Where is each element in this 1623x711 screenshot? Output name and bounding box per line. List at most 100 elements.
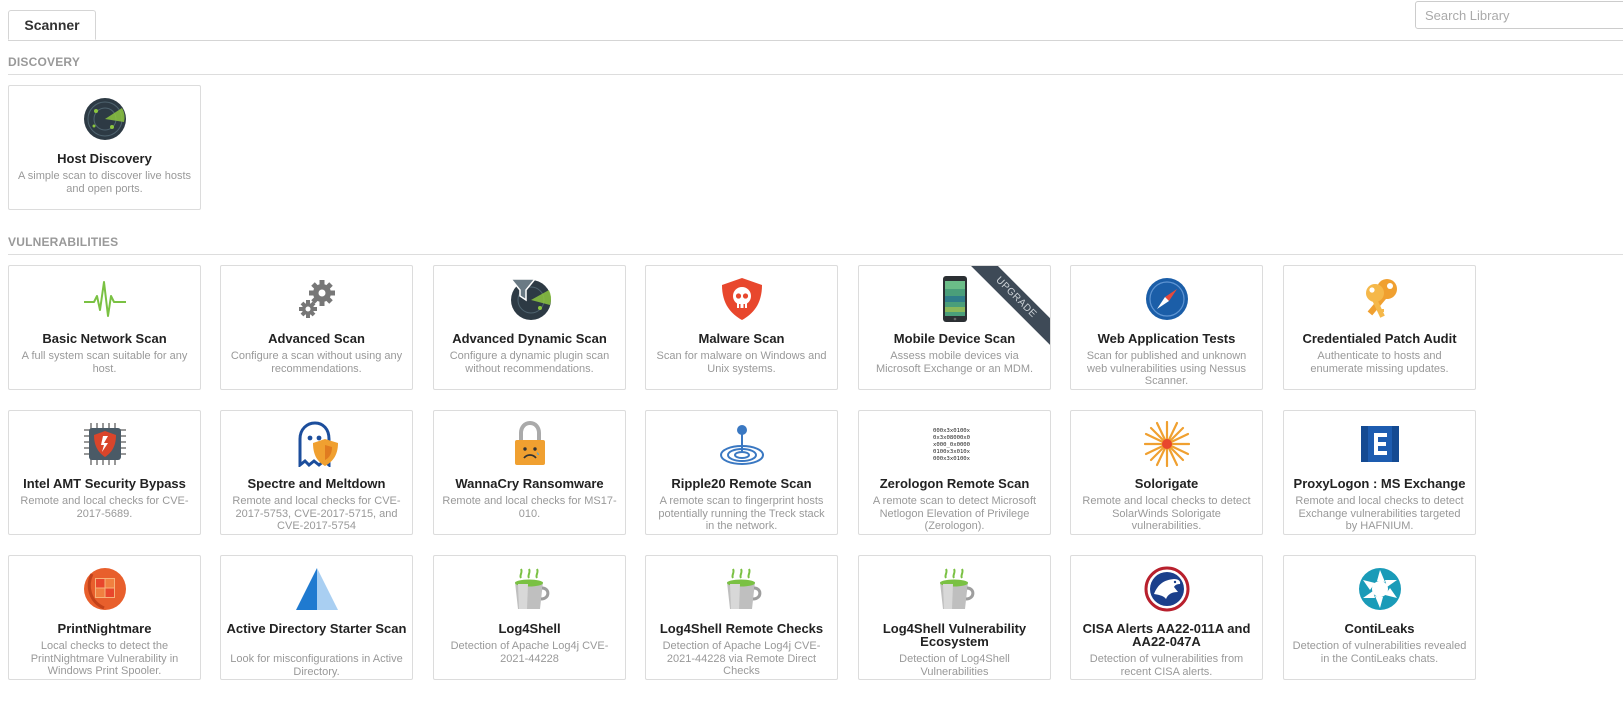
scan-card-web-application-tests[interactable]: Web Application Tests Scan for published … [1070,265,1263,390]
scan-card-description: Remote and local checks for CVE-2017-575… [232,495,401,532]
section-title-vulnerabilities: VULNERABILITIES [8,235,119,249]
scan-card-title: Log4Shell [498,621,561,636]
scan-card-title: Zerologon Remote Scan [879,476,1030,491]
scan-card-description: Scan for published and unknown web vulne… [1086,350,1247,387]
scan-card-printnightmare[interactable]: PrintNightmare Local checks to detect the… [8,555,201,680]
eagle-seal-icon [1144,566,1190,612]
scan-card-zerologon-remote-scan[interactable]: 000x3x0100x 0x3x08000x0 x000_0x0000 0100x3x… [858,410,1051,535]
scan-card-title: Ripple20 Remote Scan [671,476,812,491]
coffee-cup-icon [507,566,553,612]
svg-text:0100x3x010x: 0100x3x010x [933,449,971,455]
scan-card-title: WannaCry Ransomware [455,476,604,491]
scan-card-title: Log4Shell Vulnerability Ecosystem [882,621,1027,649]
scan-card-title: ProxyLogon : MS Exchange [1293,476,1466,491]
scan-card-log4shell-vulnerability-ecosystem[interactable]: Log4Shell Vulnerability Ecosystem Detecti… [858,555,1051,680]
scan-card-wannacry-ransomware[interactable]: WannaCry Ransomware Remote and local chec… [433,410,626,535]
scan-card-title: ContiLeaks [1344,621,1415,636]
search-library-input[interactable] [1415,1,1623,29]
scan-card-description: Detection of Apache Log4j CVE-2021-44228 [450,640,609,665]
chip-shield-icon [82,421,128,467]
scan-card-title: Mobile Device Scan [893,331,1016,346]
scan-card-title: Active Directory Starter Scan [226,621,407,636]
section-divider [8,254,1623,255]
scan-card-title: PrintNightmare [57,621,152,636]
mobile-phone-icon [932,276,978,322]
svg-text:x000_0x0000: x000_0x0000 [933,442,970,448]
scan-card-title: Advanced Scan [268,331,365,346]
scan-card-title: Log4Shell Remote Checks [659,621,824,636]
scan-card-log4shell[interactable]: Log4Shell Detection of Apache Log4j CVE-2… [433,555,626,680]
scan-card-host-discovery[interactable]: Host Discovery A simple scan to discover … [8,85,201,210]
section-divider [8,74,1623,75]
scan-card-cisa-alerts-aa22-011a-and-aa22-047a[interactable]: CISA Alerts AA22-011A and AA22-047A Detec… [1070,555,1263,680]
scan-card-title: CISA Alerts AA22-011A and AA22-047A [1082,621,1251,649]
scan-card-ripple20-remote-scan[interactable]: Ripple20 Remote Scan A remote scan to fin… [645,410,838,535]
coffee-cup-icon [719,566,765,612]
top-bar: Scanner [0,0,1623,42]
scan-card-malware-scan[interactable]: Malware Scan Scan for malware on Windows … [645,265,838,390]
scan-card-title: Basic Network Scan [42,331,167,346]
padlock-icon [507,421,553,467]
scan-card-title: Credentialed Patch Audit [1302,331,1457,346]
ripple-icon [719,421,765,467]
scan-card-basic-network-scan[interactable]: Basic Network Scan A full system scan sui… [8,265,201,390]
scan-card-description: Remote and local checks to detect SolarW… [1082,495,1251,532]
scan-card-title: Host Discovery [57,151,152,166]
scan-card-description: Remote and local checks to detect Exchan… [1295,495,1464,532]
scan-card-description: A full system scan suitable for any host… [21,350,188,375]
scan-card-description: Remote and local checks for CVE-2017-568… [20,495,189,520]
printnightmare-icon [82,566,128,612]
scan-card-description: A remote scan to fingerprint hosts poten… [658,495,825,532]
sunburst-icon [1143,421,1190,467]
scan-card-advanced-dynamic-scan[interactable]: Advanced Dynamic Scan Configure a dynamic… [433,265,626,390]
svg-text:000x3x0100x: 000x3x0100x [933,428,971,434]
scan-card-description: Look for misconfigurations in Active Dir… [230,653,403,678]
tab-scanner[interactable]: Scanner [8,10,96,40]
svg-text:0x3x08000x0: 0x3x08000x0 [933,435,970,441]
scan-card-credentialed-patch-audit[interactable]: Credentialed Patch Audit Authenticate to … [1283,265,1476,390]
coffee-cup-icon [932,566,978,612]
svg-text:000x3x0100x: 000x3x0100x [933,456,971,462]
binary-text-icon: 000x3x0100x 0x3x08000x0 x000_0x0000 0100x3x… [932,421,978,467]
skull-shield-icon [719,276,765,322]
keys-icon [1357,276,1403,322]
scan-card-description: Detection of Apache Log4j CVE-2021-44228… [662,640,821,677]
section-title-discovery: DISCOVERY [8,55,81,69]
scan-card-solorigate[interactable]: Solorigate Remote and local checks to det… [1070,410,1263,535]
scan-card-description: Remote and local checks for MS17-010. [442,495,617,520]
scan-card-description: Configure a scan without using any recom… [230,350,403,375]
scan-card-description: A remote scan to detect Microsoft Netlog… [872,495,1037,532]
radar-icon [82,96,128,142]
scan-card-title: Solorigate [1134,476,1199,491]
compass-icon [1144,276,1190,322]
scan-card-title: Advanced Dynamic Scan [452,331,607,346]
scan-card-description: Detection of vulnerabilities from recent… [1089,653,1244,678]
scan-card-spectre-and-meltdown[interactable]: Spectre and Meltdown Remote and local che… [220,410,413,535]
radar-filter-icon [507,276,553,322]
exchange-icon [1357,421,1403,467]
ghost-shield-icon [294,421,340,467]
tab-divider [8,40,1623,41]
scan-card-title: Spectre and Meltdown [247,476,386,491]
scan-card-contileaks[interactable]: ContiLeaks Detection of vulnerabilities r… [1283,555,1476,680]
gears-icon [294,276,340,322]
scan-card-title: Web Application Tests [1097,331,1236,346]
scan-card-mobile-device-scan[interactable]: Mobile Device Scan Assess mobile devices … [858,265,1051,390]
scan-card-description: Authenticate to hosts and enumerate miss… [1310,350,1449,375]
aperture-icon [1357,566,1403,612]
scan-card-advanced-scan[interactable]: Advanced Scan Configure a scan without us… [220,265,413,390]
scan-card-proxylogon-ms-exchange[interactable]: ProxyLogon : MS Exchange Remote and local… [1283,410,1476,535]
scan-card-description: Local checks to detect the PrintNightmar… [30,640,179,677]
scan-card-description: Configure a dynamic plugin scan without … [449,350,610,375]
scan-card-active-directory-starter-scan[interactable]: Active Directory Starter Scan Look for mi… [220,555,413,680]
pyramid-icon [294,566,340,612]
scan-card-description: Scan for malware on Windows and Unix sys… [656,350,827,375]
scan-card-title: Intel AMT Security Bypass [23,476,186,491]
scan-card-description: Assess mobile devices via Microsoft Exch… [875,350,1034,375]
scan-card-log4shell-remote-checks[interactable]: Log4Shell Remote Checks Detection of Apac… [645,555,838,680]
scan-card-description: Detection of vulnerabilities revealed in… [1292,640,1467,665]
scan-card-description: Detection of Log4Shell Vulnerabilities [899,653,1010,678]
pulse-icon [82,276,128,322]
scan-card-intel-amt-security-bypass[interactable]: Intel AMT Security Bypass Remote and loca… [8,410,201,535]
scan-card-description: A simple scan to discover live hosts and… [17,170,192,195]
